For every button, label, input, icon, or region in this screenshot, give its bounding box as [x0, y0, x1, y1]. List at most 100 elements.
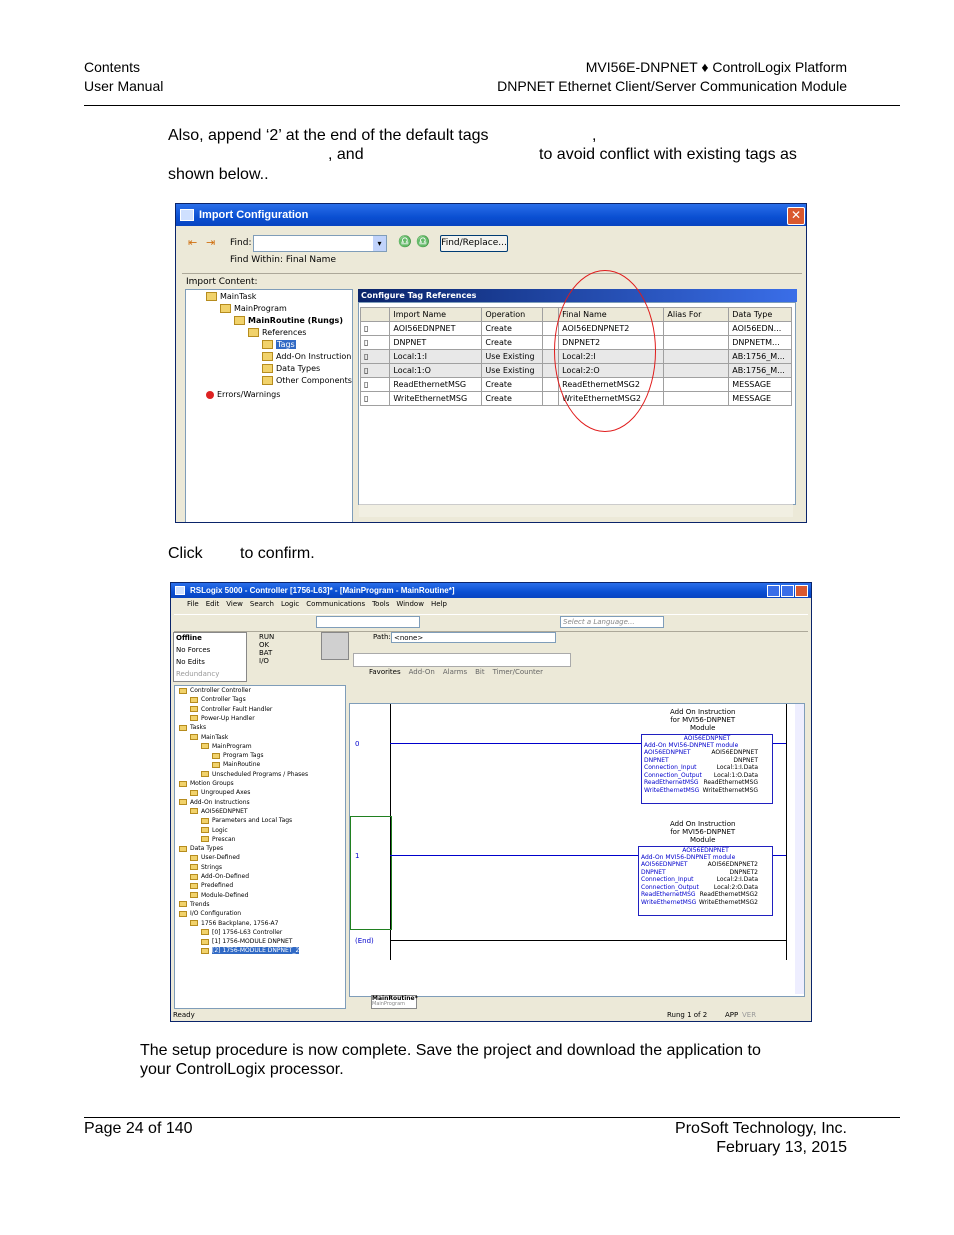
menu-communications[interactable]: Communications: [306, 600, 365, 608]
organizer-item-label: Ungrouped Axes: [201, 789, 251, 797]
tree-item-references[interactable]: References: [248, 328, 306, 337]
menu-edit[interactable]: Edit: [206, 600, 220, 608]
organizer-item[interactable]: Motion Groups: [179, 780, 234, 787]
organizer-item[interactable]: AOI56EDNPNET: [190, 808, 248, 815]
cell-alias-for[interactable]: [663, 391, 730, 406]
column-header-data-type[interactable]: Data Type: [728, 307, 792, 322]
cell-alias-for[interactable]: [663, 377, 730, 392]
cell-operation[interactable]: Use Existing: [481, 349, 543, 364]
aoi-block[interactable]: AOI56EDNPNET Add-On MVI56-DNPNET module …: [641, 734, 773, 804]
toolbar-combo[interactable]: [316, 616, 420, 628]
cell-alias-for[interactable]: [663, 321, 730, 336]
binoculars-icon[interactable]: ♎: [398, 235, 412, 248]
chevron-down-icon[interactable]: ▾: [373, 236, 386, 251]
menu-help[interactable]: Help: [431, 600, 447, 608]
menu-view[interactable]: View: [226, 600, 243, 608]
tab-favorites[interactable]: Favorites: [369, 668, 401, 676]
aoi-param-name: DNPNET: [644, 756, 669, 764]
tab-add-on[interactable]: Add-On: [409, 668, 435, 676]
cell-operation[interactable]: Create: [481, 377, 543, 392]
cell-operation[interactable]: Create: [481, 391, 543, 406]
tab-alarms[interactable]: Alarms: [443, 668, 467, 676]
tree-item-errors-warnings[interactable]: Errors/Warnings: [206, 390, 280, 399]
find-input[interactable]: ▾: [253, 235, 387, 252]
minimize-button[interactable]: [767, 585, 780, 597]
organizer-item[interactable]: Add-On-Defined: [190, 873, 249, 880]
tree-item-data-types[interactable]: Data Types: [262, 364, 320, 373]
vertical-scrollbar[interactable]: [795, 704, 804, 994]
organizer-item[interactable]: Trends: [179, 901, 210, 908]
organizer-item[interactable]: Data Types: [179, 845, 223, 852]
cell-operation[interactable]: Create: [481, 321, 543, 336]
organizer-item[interactable]: Parameters and Local Tags: [201, 817, 292, 824]
organizer-item[interactable]: Tasks: [179, 724, 206, 731]
menu-search[interactable]: Search: [250, 600, 274, 608]
menu-tools[interactable]: Tools: [372, 600, 389, 608]
tree-item-tags[interactable]: Tags: [262, 340, 296, 349]
cell-operation[interactable]: Create: [481, 335, 543, 350]
organizer-item[interactable]: Controller Fault Handler: [190, 706, 272, 713]
find-replace-button[interactable]: Find/Replace...: [440, 235, 508, 252]
aoi-block[interactable]: AOI56EDNPNET Add-On MVI56-DNPNET module …: [638, 846, 773, 916]
language-select[interactable]: Select a Language...: [560, 616, 664, 628]
cell-alias-for[interactable]: [663, 349, 730, 364]
organizer-item-label: MainRoutine: [223, 761, 261, 769]
column-header-import-name[interactable]: Import Name: [389, 307, 483, 322]
organizer-item[interactable]: Prescan: [201, 836, 235, 843]
organizer-item[interactable]: Predefined: [190, 882, 233, 889]
tab-timer-counter[interactable]: Timer/Counter: [493, 668, 543, 676]
rslogix-titlebar: RSLogix 5000 - Controller [1756-L63]* - …: [171, 583, 811, 598]
organizer-item[interactable]: 1756 Backplane, 1756-A7: [190, 920, 278, 927]
menu-file[interactable]: File: [187, 600, 199, 608]
data-types-icon: [262, 364, 273, 373]
find-previous-icon[interactable]: ⇤: [188, 236, 197, 249]
organizer-item[interactable]: Controller Tags: [190, 696, 246, 703]
cell-alias-for[interactable]: [663, 363, 730, 378]
tree-item-other-components[interactable]: Other Components: [262, 376, 352, 385]
organizer-item[interactable]: I/O Configuration: [179, 910, 241, 917]
tree-item-add-on-instruction[interactable]: Add-On Instruction: [262, 352, 351, 361]
cell-flag: [541, 377, 560, 392]
tree-item-mainroutine[interactable]: MainRoutine (Rungs): [234, 316, 343, 325]
status-offline: Offline: [176, 634, 202, 642]
error-icon: [206, 390, 214, 399]
organizer-item[interactable]: Program Tags: [212, 752, 264, 759]
tree-item-maintask[interactable]: MainTask: [206, 292, 256, 301]
organizer-item[interactable]: User-Defined: [190, 854, 240, 861]
horizontal-scrollbar[interactable]: [359, 504, 793, 517]
organizer-item[interactable]: Controller Controller: [179, 687, 251, 694]
organizer-item[interactable]: [1] 1756-MODULE DNPNET: [201, 938, 292, 945]
cell-alias-for[interactable]: [663, 335, 730, 350]
folder-icon: [248, 328, 259, 337]
footer-page: Page 24 of 140: [84, 1120, 193, 1137]
organizer-item[interactable]: Strings: [190, 864, 222, 871]
organizer-item[interactable]: [0] 1756-L63 Controller: [201, 929, 282, 936]
organizer-item[interactable]: Unscheduled Programs / Phases: [201, 771, 308, 778]
close-button[interactable]: [795, 585, 808, 597]
organizer-item[interactable]: Ungrouped Axes: [190, 789, 250, 796]
aoi-param-name: Connection_Input: [644, 764, 697, 771]
organizer-item[interactable]: MainRoutine: [212, 761, 260, 768]
click-text: Click: [168, 545, 203, 562]
column-header-operation[interactable]: Operation: [481, 307, 543, 322]
organizer-item[interactable]: Module-Defined: [190, 892, 248, 899]
organizer-item[interactable]: MainTask: [190, 734, 228, 741]
column-header-alias-for[interactable]: Alias For: [663, 307, 730, 322]
menu-logic[interactable]: Logic: [281, 600, 299, 608]
binoculars-next-icon[interactable]: ♎: [416, 235, 430, 248]
cell-operation[interactable]: Use Existing: [481, 363, 543, 378]
path-select[interactable]: <none>: [391, 632, 556, 643]
tree-item-mainprogram[interactable]: MainProgram: [220, 304, 287, 313]
organizer-item[interactable]: [2] 1756-MODULE DNPNET_2: [201, 947, 300, 955]
tab-bit[interactable]: Bit: [475, 668, 485, 676]
maximize-button[interactable]: [781, 585, 794, 597]
organizer-item[interactable]: Add-On Instructions: [179, 799, 250, 806]
organizer-item-label: Power-Up Handler: [201, 714, 255, 722]
routine-tab[interactable]: MainRoutine* MainProgram: [371, 995, 418, 1009]
organizer-item[interactable]: MainProgram: [201, 743, 252, 750]
organizer-item[interactable]: Logic: [201, 827, 228, 834]
organizer-item[interactable]: Power-Up Handler: [190, 715, 255, 722]
find-next-icon[interactable]: ⇥: [206, 236, 215, 249]
close-button[interactable]: ✕: [787, 207, 805, 225]
menu-window[interactable]: Window: [396, 600, 424, 608]
